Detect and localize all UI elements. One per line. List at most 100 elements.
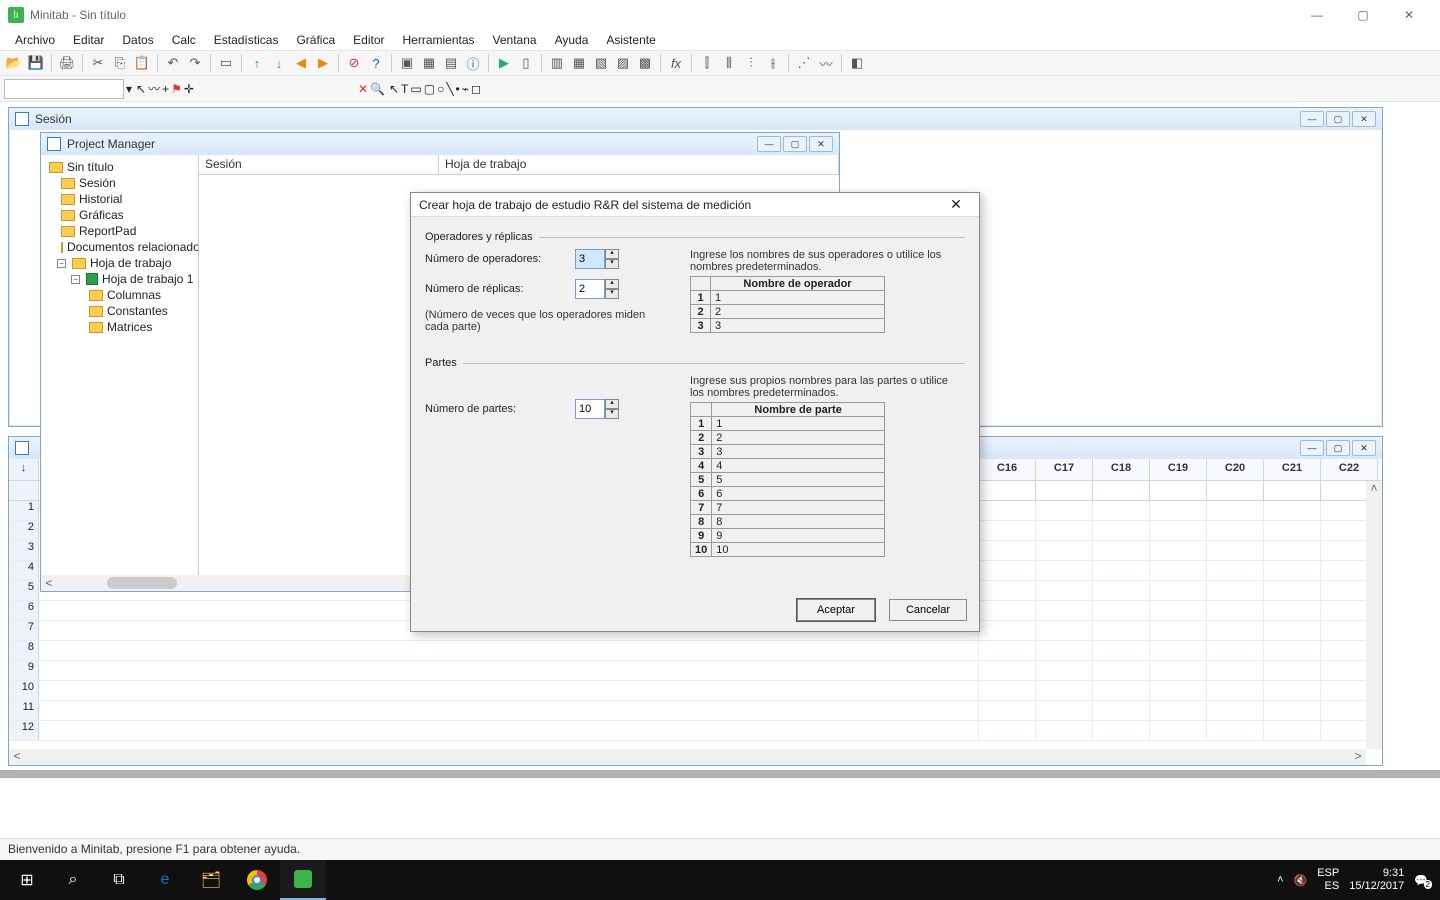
worksheet-cell[interactable] <box>1093 641 1150 660</box>
redo-icon[interactable]: ↷ <box>185 53 205 73</box>
worksheet-cell[interactable] <box>1207 641 1264 660</box>
worksheet-cell[interactable] <box>1207 501 1264 520</box>
worksheet-cell[interactable] <box>1036 561 1093 580</box>
cut-icon[interactable]: ✂ <box>88 53 108 73</box>
spinner-down-icon[interactable]: ▾ <box>605 289 619 299</box>
tree-matrices[interactable]: Matrices <box>43 319 196 335</box>
num-parts-input[interactable] <box>575 399 605 419</box>
tree-columnas[interactable]: Columnas <box>43 287 196 303</box>
worksheet-cell[interactable] <box>1093 521 1150 540</box>
worksheet-cell[interactable] <box>1207 581 1264 600</box>
part-cell[interactable]: 10 <box>712 543 885 557</box>
brush-icon[interactable]: 〰 <box>148 80 160 97</box>
line-icon[interactable]: 〰 <box>816 53 836 73</box>
tray-lang[interactable]: ESP <box>1317 867 1339 880</box>
info-icon[interactable]: ⓘ <box>463 53 483 73</box>
window-maximize-button[interactable]: ▢ <box>1340 0 1386 30</box>
row-header[interactable]: 12 <box>9 721 39 740</box>
worksheet-cell[interactable] <box>1264 721 1321 740</box>
worksheet-maximize-button[interactable]: ▢ <box>1326 440 1350 456</box>
menu-herramientas[interactable]: Herramientas <box>394 30 484 50</box>
worksheet-cell[interactable] <box>1093 661 1150 680</box>
worksheet-cell[interactable] <box>1093 701 1150 720</box>
part-cell[interactable]: 4 <box>712 459 885 473</box>
col-header[interactable]: C18 <box>1093 459 1150 480</box>
worksheet-cell[interactable] <box>1150 561 1207 580</box>
worksheet-cell[interactable] <box>1207 661 1264 680</box>
worksheet-cell[interactable] <box>1150 661 1207 680</box>
tree-reportpad[interactable]: ReportPad <box>43 223 196 239</box>
plus-icon[interactable]: + <box>162 82 169 96</box>
layout3-icon[interactable]: ▧ <box>591 53 611 73</box>
worksheet-cell[interactable] <box>1264 561 1321 580</box>
worksheet-cell[interactable] <box>1150 541 1207 560</box>
worksheet-cell[interactable] <box>979 561 1036 580</box>
edge-button[interactable]: e <box>142 860 188 900</box>
chrome-button[interactable] <box>234 860 280 900</box>
worksheet-cell[interactable] <box>1036 681 1093 700</box>
menu-asistente[interactable]: Asistente <box>597 30 664 50</box>
selector-dropdown[interactable] <box>4 79 124 99</box>
worksheet-cell[interactable] <box>1036 601 1093 620</box>
part-cell[interactable]: 9 <box>712 529 885 543</box>
part-cell[interactable]: 2 <box>712 431 885 445</box>
worksheet-cell[interactable] <box>979 681 1036 700</box>
worksheet-cell[interactable] <box>1150 621 1207 640</box>
worksheet-cell[interactable] <box>1150 521 1207 540</box>
tree-constantes[interactable]: Constantes <box>43 303 196 319</box>
part-cell[interactable]: 1 <box>712 417 885 431</box>
spinner-up-icon[interactable]: ▴ <box>605 249 619 259</box>
play-icon[interactable]: ▶ <box>494 53 514 73</box>
tray-chevron-icon[interactable]: ˄ <box>1277 874 1283 886</box>
worksheet-cell[interactable] <box>979 581 1036 600</box>
task-view-button[interactable]: ⧉ <box>96 860 142 900</box>
worksheet-cell[interactable] <box>1207 681 1264 700</box>
part-cell[interactable]: 6 <box>712 487 885 501</box>
worksheet-cell[interactable] <box>1036 701 1093 720</box>
worksheet-cell[interactable] <box>1150 581 1207 600</box>
paste-icon[interactable]: 📋 <box>132 53 152 73</box>
part-cell[interactable]: 7 <box>712 501 885 515</box>
spinner-up-icon[interactable]: ▴ <box>605 279 619 289</box>
arrow-down-icon[interactable]: ↓ <box>269 53 289 73</box>
worksheet-cell[interactable] <box>1207 621 1264 640</box>
prev-icon[interactable]: ◀ <box>291 53 311 73</box>
worksheet-cell[interactable] <box>1207 721 1264 740</box>
num-replicas-spinner[interactable]: ▴▾ <box>575 279 619 299</box>
layout2-icon[interactable]: ▦ <box>569 53 589 73</box>
worksheet-cell[interactable] <box>979 661 1036 680</box>
num-operators-input[interactable] <box>575 249 605 269</box>
worksheet-cell[interactable] <box>1150 601 1207 620</box>
worksheet-cell[interactable] <box>1150 701 1207 720</box>
row-header[interactable]: 5 <box>9 581 39 600</box>
pm-minimize-button[interactable]: — <box>757 136 781 152</box>
search-icon[interactable]: 🔍 <box>370 82 385 96</box>
worksheet-cell[interactable] <box>1264 701 1321 720</box>
window-minimize-button[interactable]: — <box>1294 0 1340 30</box>
worksheet-cell[interactable] <box>1036 721 1093 740</box>
part-cell[interactable]: 8 <box>712 515 885 529</box>
worksheet-cell[interactable] <box>1150 641 1207 660</box>
spinner-down-icon[interactable]: ▾ <box>605 409 619 419</box>
collapse-icon[interactable]: − <box>71 275 80 284</box>
worksheet-cell[interactable] <box>979 621 1036 640</box>
cursor-icon[interactable]: ↖ <box>136 82 146 96</box>
flag-icon[interactable]: ⚑ <box>171 82 182 96</box>
pm-maximize-button[interactable]: ▢ <box>783 136 807 152</box>
tree-root[interactable]: Sin título <box>43 159 196 175</box>
window-close-button[interactable]: ✕ <box>1386 0 1432 30</box>
rect-icon[interactable]: ▭ <box>410 82 421 96</box>
worksheet-cell[interactable] <box>1093 561 1150 580</box>
worksheet-cell[interactable] <box>1264 521 1321 540</box>
operator-cell[interactable]: 2 <box>711 305 885 319</box>
menu-estadisticas[interactable]: Estadísticas <box>205 30 288 50</box>
worksheet-cell[interactable] <box>979 721 1036 740</box>
worksheet-cell[interactable] <box>979 701 1036 720</box>
circle-icon[interactable]: ○ <box>437 82 444 96</box>
row-header[interactable]: 2 <box>9 521 39 540</box>
sheet-icon[interactable]: ▯ <box>516 53 536 73</box>
crosshair-icon[interactable]: ✛ <box>184 82 194 96</box>
chart4-icon[interactable]: ⫲ <box>763 53 783 73</box>
pm-col-sesion[interactable]: Sesión <box>199 155 439 174</box>
layout5-icon[interactable]: ▩ <box>635 53 655 73</box>
